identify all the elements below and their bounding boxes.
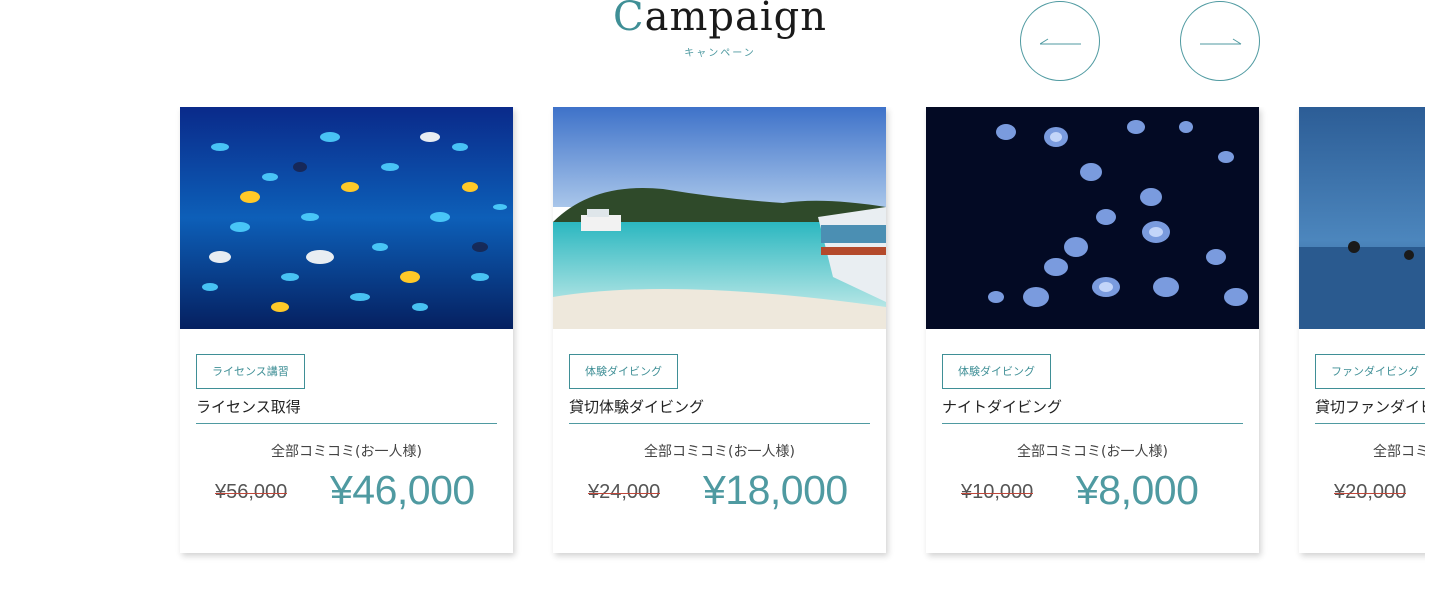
campaign-card[interactable]: ライセンス講習 ライセンス取得 全部コミコミ(お一人様) ¥56,000 ¥46… xyxy=(180,107,513,553)
card-image-jellyfish xyxy=(926,107,1259,329)
price-note: 全部コミコミ(お一人様) xyxy=(644,444,795,460)
price-note: 全部コミコミ(お一人様) xyxy=(1017,444,1168,460)
divider xyxy=(942,423,1243,424)
price-note: 全部コミ xyxy=(1373,444,1425,460)
campaign-price: ¥46,000 xyxy=(330,467,475,513)
divider xyxy=(569,423,870,424)
original-price: ¥20,000 xyxy=(1334,481,1407,503)
original-price: ¥10,000 xyxy=(961,481,1034,503)
original-price: ¥24,000 xyxy=(588,481,661,503)
campaign-slider[interactable]: ライセンス講習 ライセンス取得 全部コミコミ(お一人様) ¥56,000 ¥46… xyxy=(0,107,1425,591)
category-tag[interactable]: 体験ダイビング xyxy=(569,354,678,389)
card-title: ナイトダイビング xyxy=(942,398,1063,416)
card-title: ライセンス取得 xyxy=(196,398,301,416)
campaign-card[interactable]: ファンダイビング 貸切ファンダイビ 全部コミ ¥20,000 xyxy=(1299,107,1425,553)
card-image-ocean xyxy=(1299,107,1425,329)
divider xyxy=(196,423,497,424)
divider xyxy=(1315,423,1425,424)
title-rest: ampaign xyxy=(644,0,827,40)
card-image-beach xyxy=(553,107,886,329)
card-image-fish xyxy=(180,107,513,329)
arrow-right-icon xyxy=(1200,38,1242,45)
title-initial: C xyxy=(613,0,645,40)
arrow-left-icon xyxy=(1040,38,1081,45)
campaign-card[interactable]: 体験ダイビング ナイトダイビング 全部コミコミ(お一人様) ¥10,000 ¥8… xyxy=(926,107,1259,553)
card-title: 貸切ファンダイビ xyxy=(1315,398,1425,416)
category-tag[interactable]: ファンダイビング xyxy=(1315,354,1425,389)
next-button[interactable] xyxy=(1180,1,1260,81)
category-tag[interactable]: 体験ダイビング xyxy=(942,354,1051,389)
price-note: 全部コミコミ(お一人様) xyxy=(271,444,422,460)
card-title: 貸切体験ダイビング xyxy=(569,398,705,416)
campaign-price: ¥18,000 xyxy=(703,467,848,513)
prev-button[interactable] xyxy=(1020,1,1100,81)
campaign-price: ¥8,000 xyxy=(1076,467,1199,513)
campaign-card[interactable]: 体験ダイビング 貸切体験ダイビング 全部コミコミ(お一人様) ¥24,000 ¥… xyxy=(553,107,886,553)
original-price: ¥56,000 xyxy=(215,481,288,503)
category-tag[interactable]: ライセンス講習 xyxy=(196,354,305,389)
